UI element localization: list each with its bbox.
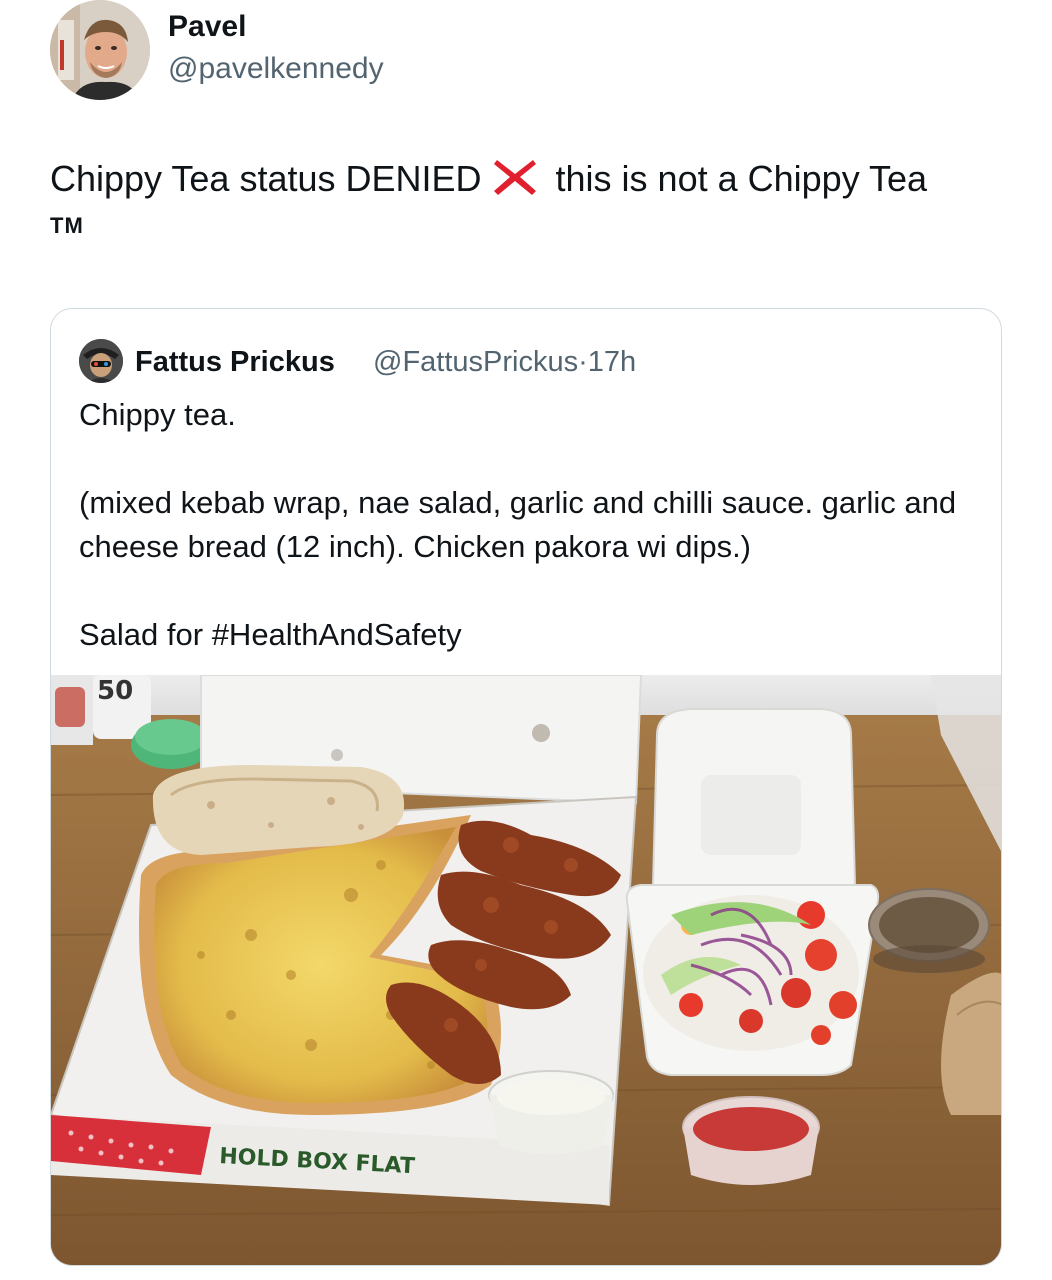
quoted-text-line-1: Chippy tea.: [79, 397, 236, 432]
meta-separator: ·: [578, 346, 588, 378]
quoted-tweet-time[interactable]: 17h: [588, 346, 636, 378]
trademark-text: TM: [50, 213, 84, 238]
quoted-tweet-card[interactable]: Fattus Prickus @FattusPrickus·17h Chippy…: [50, 308, 1002, 1266]
quoted-author-name[interactable]: Fattus Prickus: [135, 345, 335, 379]
tweet-text-part-2: this is not a Chippy Tea: [545, 158, 928, 199]
cross-mark-icon: [493, 160, 536, 195]
quoted-tweet-photo[interactable]: 50 HOLD BOX FLAT: [51, 675, 1001, 1265]
tweet-author-row: Pavel @pavelkennedy: [50, 0, 1010, 100]
quoted-author-meta: @FattusPrickus·17h: [373, 345, 636, 379]
tweet-text-part-1: Chippy Tea status DENIED: [50, 158, 482, 199]
quoted-author-handle[interactable]: @FattusPrickus: [373, 346, 578, 378]
quoted-tweet-text: Chippy tea. (mixed kebab wrap, nae salad…: [79, 393, 979, 657]
profile-photo-icon: [79, 339, 123, 383]
profile-photo-icon: [50, 0, 150, 100]
author-handle[interactable]: @pavelkennedy: [168, 52, 384, 86]
author-display-name[interactable]: Pavel: [168, 10, 246, 44]
quoted-text-line-3: Salad for #HealthAndSafety: [79, 617, 462, 652]
author-avatar[interactable]: [50, 0, 150, 100]
quoted-text-line-2: (mixed kebab wrap, nae salad, garlic and…: [79, 485, 957, 564]
food-photo-image: 50 HOLD BOX FLAT: [51, 675, 1001, 1265]
quoted-author-avatar[interactable]: [79, 339, 123, 383]
tweet-text: Chippy Tea status DENIED this is not a C…: [50, 154, 1010, 259]
bottle-label: 50: [97, 676, 133, 706]
